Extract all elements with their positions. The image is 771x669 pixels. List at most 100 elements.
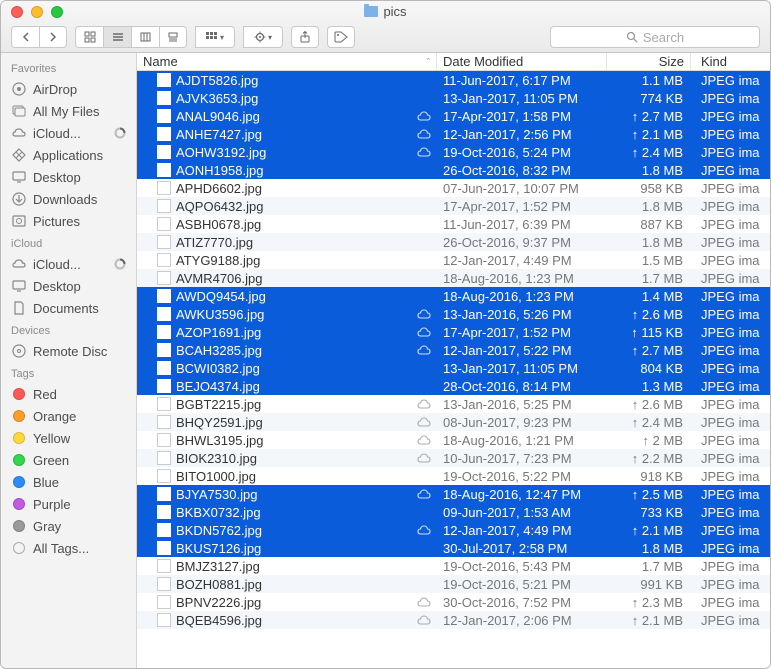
sidebar-item-green[interactable]: Green [1, 449, 136, 471]
tags-button[interactable] [327, 26, 355, 48]
file-row[interactable]: ATIZ7770.jpg26-Oct-2016, 9:37 PM1.8 MBJP… [137, 233, 770, 251]
close-button[interactable] [11, 6, 23, 18]
file-row[interactable]: AJVK3653.jpg13-Jan-2017, 11:05 PM774 KBJ… [137, 89, 770, 107]
sidebar-item-airdrop[interactable]: AirDrop [1, 78, 136, 100]
file-row[interactable]: AOHW3192.jpg19-Oct-2016, 5:24 PM2.4 MBJP… [137, 143, 770, 161]
sidebar-item-orange[interactable]: Orange [1, 405, 136, 427]
search-field[interactable]: Search [550, 26, 760, 48]
file-size: 2.1 MB [607, 613, 691, 628]
tag-icon [11, 518, 27, 534]
file-row[interactable]: AZOP1691.jpg17-Apr-2017, 1:52 PM115 KBJP… [137, 323, 770, 341]
file-row[interactable]: BEJO4374.jpg28-Oct-2016, 8:14 PM1.3 MBJP… [137, 377, 770, 395]
file-date: 13-Jan-2017, 11:05 PM [437, 91, 607, 106]
share-button[interactable] [291, 26, 319, 48]
column-size[interactable]: Size [607, 53, 691, 70]
sidebar-item-documents[interactable]: Documents [1, 297, 136, 319]
file-row[interactable]: ANAL9046.jpg17-Apr-2017, 1:58 PM2.7 MBJP… [137, 107, 770, 125]
file-name: AWKU3596.jpg [176, 307, 264, 322]
file-name: BCWI0382.jpg [176, 361, 260, 376]
sidebar-item-red[interactable]: Red [1, 383, 136, 405]
file-row[interactable]: AWKU3596.jpg13-Jan-2016, 5:26 PM2.6 MBJP… [137, 305, 770, 323]
file-row[interactable]: BIOK2310.jpg10-Jun-2017, 7:23 PM2.2 MBJP… [137, 449, 770, 467]
sidebar-item-pictures[interactable]: Pictures [1, 210, 136, 232]
cloud-icon [417, 345, 431, 355]
zoom-button[interactable] [51, 6, 63, 18]
back-button[interactable] [11, 26, 39, 48]
file-date: 18-Aug-2016, 1:23 PM [437, 271, 607, 286]
file-row[interactable]: AVMR4706.jpg18-Aug-2016, 1:23 PM1.7 MBJP… [137, 269, 770, 287]
file-date: 12-Jan-2017, 4:49 PM [437, 523, 607, 538]
file-row[interactable]: BMJZ3127.jpg19-Oct-2016, 5:43 PM1.7 MBJP… [137, 557, 770, 575]
file-row[interactable]: AWDQ9454.jpg18-Aug-2016, 1:23 PM1.4 MBJP… [137, 287, 770, 305]
file-row[interactable]: BHQY2591.jpg08-Jun-2017, 9:23 PM2.4 MBJP… [137, 413, 770, 431]
file-row[interactable]: BGBT2215.jpg13-Jan-2016, 5:25 PM2.6 MBJP… [137, 395, 770, 413]
file-date: 28-Oct-2016, 8:14 PM [437, 379, 607, 394]
file-date: 11-Jun-2017, 6:39 PM [437, 217, 607, 232]
sidebar-item-remotedisc[interactable]: Remote Disc [1, 340, 136, 362]
file-name: AQPO6432.jpg [176, 199, 263, 214]
file-kind: JPEG ima [691, 613, 770, 628]
file-row[interactable]: AJDT5826.jpg11-Jun-2017, 6:17 PM1.1 MBJP… [137, 71, 770, 89]
file-date: 26-Oct-2016, 9:37 PM [437, 235, 607, 250]
arrange-button[interactable]: ▾ [195, 26, 235, 48]
sidebar-item-applications[interactable]: Applications [1, 144, 136, 166]
file-kind: JPEG ima [691, 559, 770, 574]
loading-icon [114, 127, 126, 139]
forward-button[interactable] [39, 26, 67, 48]
sidebar-item-desktop[interactable]: Desktop [1, 275, 136, 297]
file-kind: JPEG ima [691, 577, 770, 592]
file-row[interactable]: BKUS7126.jpg30-Jul-2017, 2:58 PM1.8 MBJP… [137, 539, 770, 557]
list-view-button[interactable] [103, 26, 131, 48]
sidebar-item-downloads[interactable]: Downloads [1, 188, 136, 210]
sidebar-item-blue[interactable]: Blue [1, 471, 136, 493]
column-view-button[interactable] [131, 26, 159, 48]
sidebar-item-alltags[interactable]: All Tags... [1, 537, 136, 559]
file-row[interactable]: AQPO6432.jpg17-Apr-2017, 1:52 PM1.8 MBJP… [137, 197, 770, 215]
sidebar-item-yellow[interactable]: Yellow [1, 427, 136, 449]
file-date: 18-Aug-2016, 1:23 PM [437, 289, 607, 304]
sidebar-item-gray[interactable]: Gray [1, 515, 136, 537]
sidebar-item-allmyfiles[interactable]: All My Files [1, 100, 136, 122]
file-row[interactable]: ASBH0678.jpg11-Jun-2017, 6:39 PM887 KBJP… [137, 215, 770, 233]
jpeg-file-icon [157, 181, 171, 195]
file-row[interactable]: AONH1958.jpg26-Oct-2016, 8:32 PM1.8 MBJP… [137, 161, 770, 179]
file-row[interactable]: BKDN5762.jpg12-Jan-2017, 4:49 PM2.1 MBJP… [137, 521, 770, 539]
window-title: pics [1, 4, 770, 19]
column-name[interactable]: Nameˆ [137, 53, 437, 70]
file-row[interactable]: BHWL3195.jpg18-Aug-2016, 1:21 PM2 MBJPEG… [137, 431, 770, 449]
file-row[interactable]: BOZH0881.jpg19-Oct-2016, 5:21 PM991 KBJP… [137, 575, 770, 593]
folder-icon [364, 6, 378, 17]
file-size: 2 MB [607, 433, 691, 448]
file-row[interactable]: ANHE7427.jpg12-Jan-2017, 2:56 PM2.1 MBJP… [137, 125, 770, 143]
minimize-button[interactable] [31, 6, 43, 18]
file-kind: JPEG ima [691, 325, 770, 340]
file-row[interactable]: BITO1000.jpg19-Oct-2016, 5:22 PM918 KBJP… [137, 467, 770, 485]
file-date: 12-Jan-2017, 4:49 PM [437, 253, 607, 268]
sidebar-item-purple[interactable]: Purple [1, 493, 136, 515]
file-row[interactable]: BCWI0382.jpg13-Jan-2017, 11:05 PM804 KBJ… [137, 359, 770, 377]
sidebar-section-header: iCloud [1, 232, 136, 253]
cloud-icon [417, 615, 431, 625]
file-name: BKUS7126.jpg [176, 541, 261, 556]
icon-view-button[interactable] [75, 26, 103, 48]
file-row[interactable]: BKBX0732.jpg09-Jun-2017, 1:53 AM733 KBJP… [137, 503, 770, 521]
tag-icon [11, 474, 27, 490]
file-row[interactable]: BCAH3285.jpg12-Jan-2017, 5:22 PM2.7 MBJP… [137, 341, 770, 359]
file-size: 1.8 MB [607, 235, 691, 250]
file-row[interactable]: BPNV2226.jpg30-Oct-2016, 7:52 PM2.3 MBJP… [137, 593, 770, 611]
coverflow-view-button[interactable] [159, 26, 187, 48]
sidebar-item-icloud[interactable]: iCloud... [1, 253, 136, 275]
column-kind[interactable]: Kind [691, 53, 770, 70]
sidebar-item-desktop[interactable]: Desktop [1, 166, 136, 188]
apps-icon [11, 147, 27, 163]
file-row[interactable]: APHD6602.jpg07-Jun-2017, 10:07 PM958 KBJ… [137, 179, 770, 197]
file-row[interactable]: BQEB4596.jpg12-Jan-2017, 2:06 PM2.1 MBJP… [137, 611, 770, 629]
file-kind: JPEG ima [691, 541, 770, 556]
file-row[interactable]: ATYG9188.jpg12-Jan-2017, 4:49 PM1.5 MBJP… [137, 251, 770, 269]
column-date[interactable]: Date Modified [437, 53, 607, 70]
file-size: 1.5 MB [607, 253, 691, 268]
sidebar-item-icloud[interactable]: iCloud... [1, 122, 136, 144]
file-row[interactable]: BJYA7530.jpg18-Aug-2016, 12:47 PM2.5 MBJ… [137, 485, 770, 503]
file-name: BHQY2591.jpg [176, 415, 263, 430]
action-button[interactable]: ▾ [243, 26, 283, 48]
